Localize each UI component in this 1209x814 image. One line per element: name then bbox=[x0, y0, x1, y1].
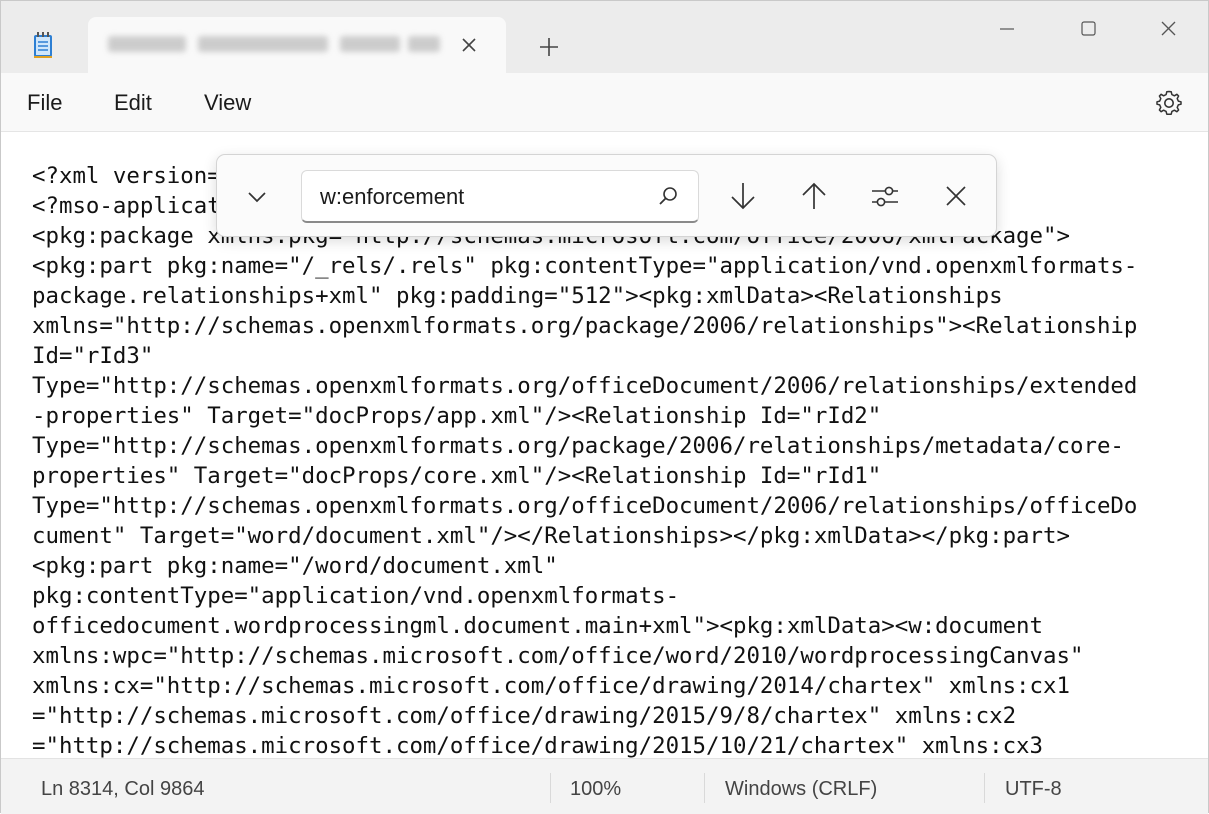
line-ending[interactable]: Windows (CRLF) bbox=[725, 778, 877, 801]
close-icon[interactable] bbox=[458, 34, 480, 56]
status-divider bbox=[704, 773, 705, 803]
sliders-icon[interactable] bbox=[866, 177, 904, 215]
find-input[interactable]: w:enforcement bbox=[301, 170, 699, 223]
gear-icon[interactable] bbox=[1154, 88, 1184, 118]
editor-line: xmlns="http://schemas.openxmlformats.org… bbox=[32, 313, 1138, 339]
maximize-icon[interactable] bbox=[1068, 15, 1108, 43]
cursor-position: Ln 8314, Col 9864 bbox=[41, 778, 205, 800]
editor-line: <pkg:part pkg:name="/word/document.xml" bbox=[32, 553, 558, 579]
chevron-down-icon[interactable] bbox=[241, 181, 273, 213]
editor-line: officedocument.wordprocessingml.document… bbox=[32, 613, 1044, 639]
encoding[interactable]: UTF-8 bbox=[1005, 778, 1062, 801]
editor-line: Type="http://schemas.openxmlformats.org/… bbox=[32, 493, 1138, 519]
find-query[interactable]: w:enforcement bbox=[320, 184, 464, 210]
close-icon[interactable] bbox=[937, 177, 975, 215]
arrow-down-icon[interactable] bbox=[724, 177, 762, 215]
editor-line: -properties" Target="docProps/app.xml"/>… bbox=[32, 403, 882, 429]
tab-document[interactable] bbox=[88, 17, 506, 73]
editor-line: <?mso-applicat bbox=[32, 193, 221, 219]
notepad-icon bbox=[34, 32, 52, 58]
status-divider bbox=[550, 773, 551, 803]
search-icon[interactable] bbox=[656, 184, 680, 208]
editor-line: Type="http://schemas.openxmlformats.org/… bbox=[32, 373, 1138, 399]
editor-line: ="http://schemas.microsoft.com/office/dr… bbox=[32, 703, 1017, 729]
zoom-level[interactable]: 100% bbox=[570, 778, 621, 801]
title-bar[interactable] bbox=[1, 1, 1208, 73]
menu-bar: File Edit View bbox=[1, 73, 1208, 132]
editor-line: properties" Target="docProps/core.xml"/>… bbox=[32, 463, 882, 489]
editor-line: pkg:contentType="application/vnd.openxml… bbox=[32, 583, 680, 609]
menu-file[interactable]: File bbox=[27, 90, 62, 116]
editor-line: ="http://schemas.microsoft.com/office/dr… bbox=[32, 733, 1044, 758]
editor-line: Type="http://schemas.openxmlformats.org/… bbox=[32, 433, 1124, 459]
plus-icon[interactable] bbox=[535, 33, 563, 61]
menu-edit[interactable]: Edit bbox=[114, 90, 152, 116]
notepad-window: File Edit View <?xml version= <?mso-appl… bbox=[0, 0, 1209, 814]
editor-line: xmlns:wpc="http://schemas.microsoft.com/… bbox=[32, 643, 1084, 669]
editor-line: <pkg:part pkg:name="/_rels/.rels" pkg:co… bbox=[32, 253, 1138, 279]
editor-line: <?xml version= bbox=[32, 163, 221, 189]
find-panel: w:enforcement bbox=[216, 154, 997, 237]
editor-line: xmlns:cx="http://schemas.microsoft.com/o… bbox=[32, 673, 1070, 699]
close-icon[interactable] bbox=[1148, 15, 1188, 43]
status-divider bbox=[984, 773, 985, 803]
minimize-icon[interactable] bbox=[987, 15, 1027, 43]
editor-line: Id="rId3" bbox=[32, 343, 154, 369]
menu-view[interactable]: View bbox=[204, 90, 251, 116]
status-bar: Ln 8314, Col 9864 100% Windows (CRLF) UT… bbox=[1, 758, 1208, 814]
tab-title bbox=[108, 36, 440, 52]
arrow-up-icon[interactable] bbox=[795, 177, 833, 215]
editor-line: package.relationships+xml" pkg:padding="… bbox=[32, 283, 1003, 309]
editor-line: cument" Target="word/document.xml"/></Re… bbox=[32, 523, 1070, 549]
